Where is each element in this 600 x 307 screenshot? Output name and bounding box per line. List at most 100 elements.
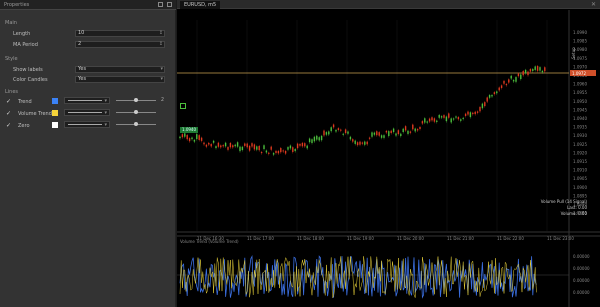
zero-line-style[interactable]: ▾ <box>64 121 110 128</box>
close-icon[interactable] <box>167 2 172 7</box>
line-label-b[interactable]: 1.0940 <box>180 127 198 133</box>
zero-width-slider[interactable] <box>114 121 165 128</box>
candle <box>412 124 414 130</box>
ma-period-input[interactable]: 2 ↕ <box>75 41 165 48</box>
candle <box>380 135 383 138</box>
candle <box>517 73 520 77</box>
price-tick-label: 1.0945 <box>573 107 587 112</box>
candle <box>186 135 188 140</box>
candle <box>395 133 397 136</box>
length-input[interactable]: 10 ↕ <box>75 30 165 37</box>
zero-checkbox[interactable]: ✓ <box>6 122 11 129</box>
candle <box>198 135 200 140</box>
candle <box>306 145 308 149</box>
candle <box>457 117 460 120</box>
candle <box>541 70 544 73</box>
spin-icon: ↕ <box>158 41 163 47</box>
candle <box>256 146 258 150</box>
close-icon[interactable]: ✕ <box>591 1 596 8</box>
candle <box>464 113 467 116</box>
candle <box>443 115 445 118</box>
candle <box>282 150 284 152</box>
candle <box>467 111 469 115</box>
candle <box>328 131 330 135</box>
volume-trend-line-style[interactable]: ▾ <box>64 109 110 116</box>
candle <box>229 142 232 148</box>
candle <box>265 150 268 153</box>
price-chart[interactable]: 1.09901.09851.09801.09751.09701.09651.09… <box>177 10 600 307</box>
candle <box>438 114 440 118</box>
candle <box>532 69 534 72</box>
current-price-label: 1.0972 <box>572 71 586 76</box>
panel-titlebar: Properties <box>0 0 176 10</box>
candle <box>323 130 325 136</box>
candle <box>325 132 328 135</box>
candle <box>445 116 448 122</box>
candle <box>366 141 368 145</box>
line-label-a[interactable] <box>180 103 186 109</box>
candle <box>337 128 340 130</box>
price-tick-label: 1.0960 <box>573 82 587 87</box>
candle <box>419 127 421 129</box>
candle <box>376 131 378 136</box>
candle <box>474 111 476 115</box>
panel-title: Properties <box>4 2 30 8</box>
tab-eurusd[interactable]: EURUSD, m5 <box>180 1 221 9</box>
candle <box>407 130 409 134</box>
candle <box>385 130 388 133</box>
price-tick-label: 1.0940 <box>573 116 587 121</box>
candle <box>184 133 186 137</box>
time-tick-label: 11 Dec 20:00 <box>397 236 424 241</box>
volume-trend-width-slider[interactable] <box>114 109 165 116</box>
candle <box>436 120 438 122</box>
trend-width-slider[interactable]: 2 <box>114 97 165 104</box>
candle <box>301 142 304 147</box>
candle <box>448 113 450 118</box>
candle <box>390 130 392 134</box>
section-main-header[interactable]: Main <box>5 20 17 26</box>
time-tick-label: 11 Dec 23:00 <box>547 236 574 241</box>
indicator-tick-label: 0.00000 <box>573 254 590 259</box>
candle <box>188 138 191 142</box>
candle <box>352 139 354 142</box>
zero-color-swatch[interactable] <box>52 122 58 128</box>
price-tick-label: 1.0915 <box>573 159 587 164</box>
chevron-down-icon: ▾ <box>160 76 163 82</box>
section-style-header[interactable]: Style <box>5 56 18 62</box>
candle <box>299 143 301 146</box>
candle <box>496 91 498 94</box>
restore-icon[interactable] <box>158 2 163 7</box>
candle <box>311 139 313 143</box>
candle <box>400 133 402 137</box>
candle <box>191 137 193 140</box>
candle <box>503 80 505 84</box>
candle <box>284 150 287 154</box>
time-tick-label: 11 Dec 18:00 <box>297 236 324 241</box>
candle <box>452 118 455 120</box>
section-lines-header[interactable]: Lines <box>5 89 18 95</box>
candle <box>246 143 248 148</box>
price-tick-label: 1.0925 <box>573 142 587 147</box>
color-candles-select[interactable]: Yes ▾ <box>75 76 165 83</box>
candle <box>320 135 323 141</box>
trend-color-swatch[interactable] <box>52 98 58 104</box>
show-labels-select[interactable]: Yes ▾ <box>75 66 165 73</box>
candle <box>539 67 541 71</box>
candle <box>455 116 457 118</box>
time-tick-label: 11 Dec 17:00 <box>247 236 274 241</box>
candle <box>378 132 380 136</box>
candle <box>304 143 306 147</box>
trend-checkbox[interactable]: ✓ <box>6 98 11 105</box>
chart-tabbar: EURUSD, m5 ✕ <box>177 0 600 9</box>
volume-trend-color-swatch[interactable] <box>52 110 58 116</box>
trend-line-style[interactable]: ▾ <box>64 97 110 104</box>
candle <box>404 126 407 131</box>
candle <box>232 145 234 148</box>
time-tick-label: 11 Dec 21:00 <box>447 236 474 241</box>
candle <box>280 148 282 153</box>
candle <box>342 133 344 135</box>
volume-trend-checkbox[interactable]: ✓ <box>6 110 11 117</box>
candle <box>260 152 263 154</box>
candle <box>318 137 320 141</box>
candle <box>416 129 419 131</box>
